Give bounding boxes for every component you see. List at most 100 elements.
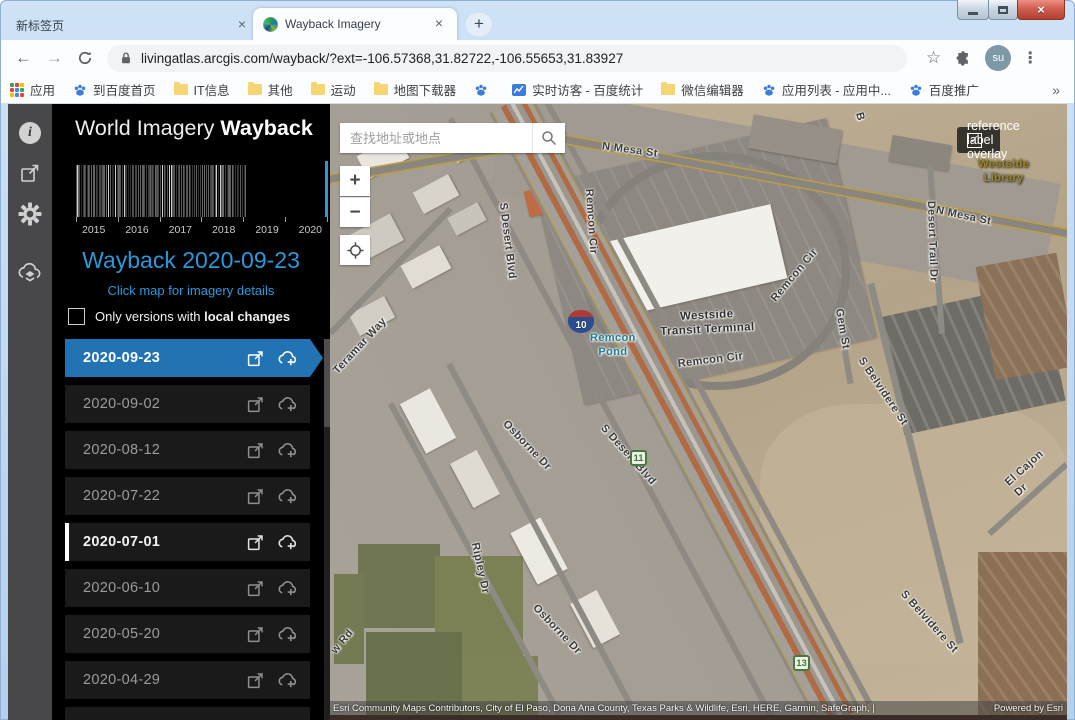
open-version-icon[interactable] — [246, 625, 265, 644]
cloud-layers-button[interactable] — [17, 262, 43, 286]
map-label: Desert Trail Dr — [923, 201, 940, 283]
bookmark-folder[interactable]: 运动 — [302, 80, 365, 99]
map-label: Ripley Dr — [467, 541, 491, 595]
version-row[interactable]: 2020-07-22 — [65, 477, 310, 515]
map-label: Westside Transit Terminal — [659, 306, 755, 340]
bookmark-folder[interactable]: 地图下载器 — [365, 80, 466, 99]
version-row[interactable]: 2020-04-29 — [65, 661, 310, 699]
wayback-favicon-icon — [263, 17, 278, 32]
version-row[interactable]: 2020-09-02 — [65, 385, 310, 423]
map-label: Westside Library — [978, 158, 1029, 186]
open-version-icon[interactable] — [246, 349, 265, 368]
baidu-paw-icon — [73, 83, 87, 97]
tab-wayback-imagery[interactable]: Wayback Imagery × — [253, 8, 457, 40]
open-version-icon[interactable] — [246, 579, 265, 598]
toolbar-right: ☆ su ⋮ — [919, 45, 1046, 71]
locate-icon — [346, 241, 365, 260]
close-button[interactable]: × — [1017, 0, 1065, 20]
add-to-cart-cloud-icon[interactable] — [277, 487, 298, 506]
tab-title: Wayback Imagery — [285, 17, 431, 31]
tab-close-icon[interactable]: × — [431, 16, 447, 32]
version-row[interactable]: 2020-06-10 — [65, 569, 310, 607]
tab-new-tab[interactable]: 新标签页 × — [16, 12, 250, 38]
local-changes-filter[interactable]: Only versions with local changes — [68, 308, 290, 325]
add-to-cart-cloud-icon[interactable] — [277, 625, 298, 644]
tab-close-icon[interactable]: × — [234, 17, 250, 33]
new-tab-button[interactable]: + — [466, 13, 492, 36]
local-changes-checkbox[interactable] — [68, 308, 85, 325]
open-version-icon[interactable] — [246, 533, 265, 552]
version-row[interactable]: 2020-08-12 — [65, 431, 310, 469]
timeline-year-labels: 201520162017201820192020 — [82, 224, 322, 236]
baidu-paw-icon — [762, 83, 776, 97]
map-label: N Mesa St — [601, 140, 659, 161]
imagery-details-link[interactable]: Click map for imagery details — [52, 283, 330, 298]
share-button[interactable] — [19, 162, 41, 184]
bookmark-item[interactable] — [465, 83, 503, 97]
zoom-out-button[interactable]: − — [340, 197, 370, 227]
bookmark-item[interactable]: 百度推广 — [900, 80, 988, 99]
url-bar[interactable]: livingatlas.arcgis.com/wayback/?ext=-106… — [107, 45, 907, 72]
search-icon — [541, 130, 557, 146]
map-label: S Desert Blvd — [597, 422, 659, 488]
search-button[interactable] — [532, 123, 565, 153]
info-button[interactable]: i — [19, 122, 41, 144]
baidu-paw-icon — [909, 83, 923, 97]
bookmark-star-icon[interactable]: ☆ — [926, 48, 941, 68]
bookmark-item[interactable]: 实时访客 - 百度统计 — [503, 80, 652, 99]
bookmark-folder[interactable]: 其他 — [239, 80, 302, 99]
window-controls: × — [958, 0, 1065, 20]
profile-avatar[interactable]: su — [985, 45, 1011, 71]
bookmark-item[interactable]: 应用列表 - 应用中... — [753, 80, 900, 99]
map-label: El Cajon Dr — [1003, 443, 1062, 500]
map-label: S Belvidere St — [854, 355, 910, 429]
bookmark-folder[interactable]: 微信编辑器 — [652, 80, 753, 99]
timeline-barcode[interactable] — [76, 160, 328, 217]
extensions-icon[interactable] — [955, 50, 971, 66]
forward-button[interactable]: → — [46, 48, 63, 68]
back-button[interactable]: ← — [15, 48, 32, 68]
add-to-cart-cloud-icon[interactable] — [277, 395, 298, 414]
bookmark-folder[interactable]: IT信息 — [165, 80, 239, 99]
folder-icon — [174, 84, 188, 95]
map-label: Gem St — [831, 308, 852, 351]
map-canvas[interactable]: N Mesa StN Mesa StBRemcon CirRemcon CirR… — [330, 104, 1067, 720]
search-input[interactable] — [340, 123, 532, 153]
maximize-button[interactable] — [988, 0, 1018, 20]
chart-icon — [512, 84, 526, 96]
version-row[interactable]: 2020-09-23 — [65, 339, 310, 377]
open-version-icon[interactable] — [246, 395, 265, 414]
map-label: Remcon Pond — [590, 332, 636, 360]
wayback-panel: World Imagery Wayback 201520162017201820… — [52, 104, 330, 720]
add-to-cart-cloud-icon[interactable] — [277, 533, 298, 552]
zoom-in-button[interactable]: + — [340, 166, 370, 196]
apps-grid-icon — [10, 83, 24, 97]
open-version-icon[interactable] — [246, 671, 265, 690]
add-to-cart-cloud-icon[interactable] — [277, 349, 298, 368]
version-row[interactable] — [65, 707, 310, 720]
reference-label-overlay-toggle[interactable]: ✓ reference label overlay — [957, 127, 1000, 153]
reload-button[interactable] — [77, 50, 93, 66]
add-to-cart-cloud-icon[interactable] — [277, 579, 298, 598]
map-label: B — [851, 111, 866, 123]
version-row[interactable]: 2020-07-01 — [65, 523, 310, 561]
add-to-cart-cloud-icon[interactable] — [277, 441, 298, 460]
browser-toolbar: ← → livingatlas.arcgis.com/wayback/?ext=… — [1, 40, 1074, 76]
add-to-cart-cloud-icon[interactable] — [277, 671, 298, 690]
bookmark-apps[interactable]: 应用 — [1, 80, 64, 99]
bookmark-item[interactable]: 到百度首页 — [64, 80, 165, 99]
minimize-button[interactable] — [957, 0, 989, 20]
bookmarks-overflow-chevron[interactable]: » — [1052, 82, 1060, 98]
version-row[interactable]: 2020-05-20 — [65, 615, 310, 653]
map-label: w Rd — [330, 627, 357, 657]
settings-button[interactable] — [18, 202, 42, 226]
browser-menu-icon[interactable]: ⋮ — [1022, 48, 1038, 68]
app-title: World Imagery Wayback — [75, 116, 313, 141]
info-icon: i — [19, 122, 41, 144]
map-label: Remcon Cir — [677, 350, 744, 372]
open-version-icon[interactable] — [246, 487, 265, 506]
open-version-icon[interactable] — [246, 441, 265, 460]
map-labels: N Mesa StN Mesa StBRemcon CirRemcon CirR… — [330, 104, 1067, 720]
browser-window: 新标签页 × Wayback Imagery × + × ← → livinga… — [0, 0, 1075, 720]
locate-button[interactable] — [340, 235, 370, 265]
